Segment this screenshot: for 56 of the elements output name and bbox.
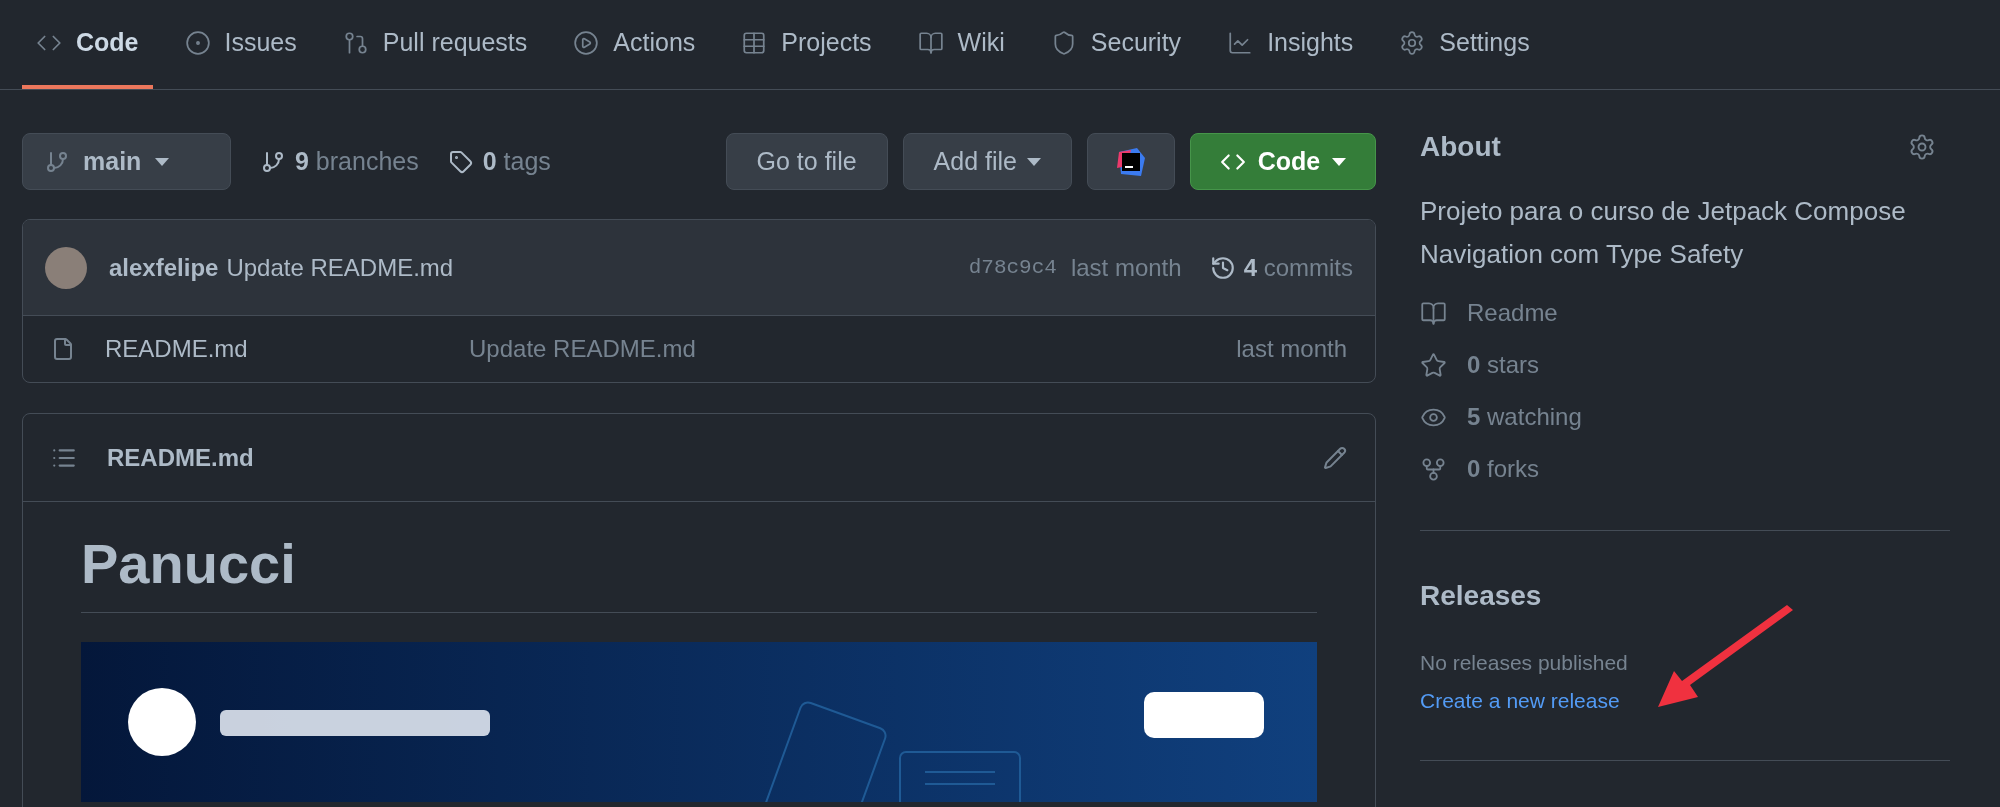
file-icon [51,337,75,361]
no-releases-text: No releases published [1420,650,1629,676]
file-commit-message[interactable]: Update README.md [469,331,696,367]
branch-icon [261,149,285,174]
add-file-button[interactable]: Add file [902,133,1072,190]
star-icon [1420,351,1447,379]
repo-tab[interactable]: Projects [727,0,886,89]
repo-tab[interactable]: Insights [1213,0,1368,89]
readme-heading: Panucci [81,531,297,597]
branches-link[interactable]: 9 branches [261,142,419,181]
about-link[interactable]: 0 forks [1420,450,1950,488]
history-icon [1209,254,1236,281]
repo-tab[interactable]: Issues [170,0,311,89]
branch-selector[interactable]: main [22,133,231,190]
readme-filename: README.md [107,442,254,473]
repo-tab[interactable]: Security [1036,0,1196,89]
about-link[interactable]: Readme [1420,294,1950,332]
ide-icon [1117,147,1145,176]
commits-link[interactable]: 4 commits [1209,249,1353,286]
settings-icon[interactable] [1908,133,1936,161]
commit-message[interactable]: Update README.md [226,249,454,286]
about-heading: About [1420,130,1501,164]
repo-tab[interactable]: Settings [1385,0,1544,89]
branch-icon [45,149,69,174]
go-to-file-button[interactable]: Go to file [725,133,888,190]
repo-description: Projeto para o curso de Jetpack Compose Navigation com Type Safety [1420,195,1907,271]
issue-icon [184,29,211,56]
code-button[interactable]: Code [1190,133,1376,190]
tag-icon [448,149,473,174]
commit-author[interactable]: alexfelipe [109,249,219,286]
commit-sha[interactable]: d78c9c4 [968,251,1057,284]
avatar [45,246,87,289]
caret-icon [1332,157,1347,166]
about-link[interactable]: 0 stars [1420,346,1950,384]
caret-icon [1027,157,1041,166]
ide-button[interactable] [1087,133,1175,190]
create-release-link[interactable]: Create a new release [1420,684,1620,716]
graph-icon [1227,29,1254,56]
commit-time: last month [1070,252,1182,283]
caret-icon [155,157,170,166]
book-icon [1420,299,1447,327]
tags-link[interactable]: 0 tags [448,142,551,181]
pull-request-icon [342,29,369,56]
file-name[interactable]: README.md [105,331,469,367]
book-icon [917,29,944,56]
file-time: last month [1236,334,1347,364]
settings-icon [1399,29,1426,56]
edit-icon[interactable] [1323,445,1347,470]
repo-tab[interactable]: Code [22,0,153,89]
table-icon [741,29,768,56]
repo-tab[interactable]: Pull requests [328,0,542,89]
about-link[interactable]: 5 watching [1420,398,1950,436]
releases-heading: Releases [1420,579,1543,613]
repo-tab[interactable]: Wiki [903,0,1019,89]
play-icon [573,29,600,56]
repo-tab[interactable]: Actions [559,0,710,89]
